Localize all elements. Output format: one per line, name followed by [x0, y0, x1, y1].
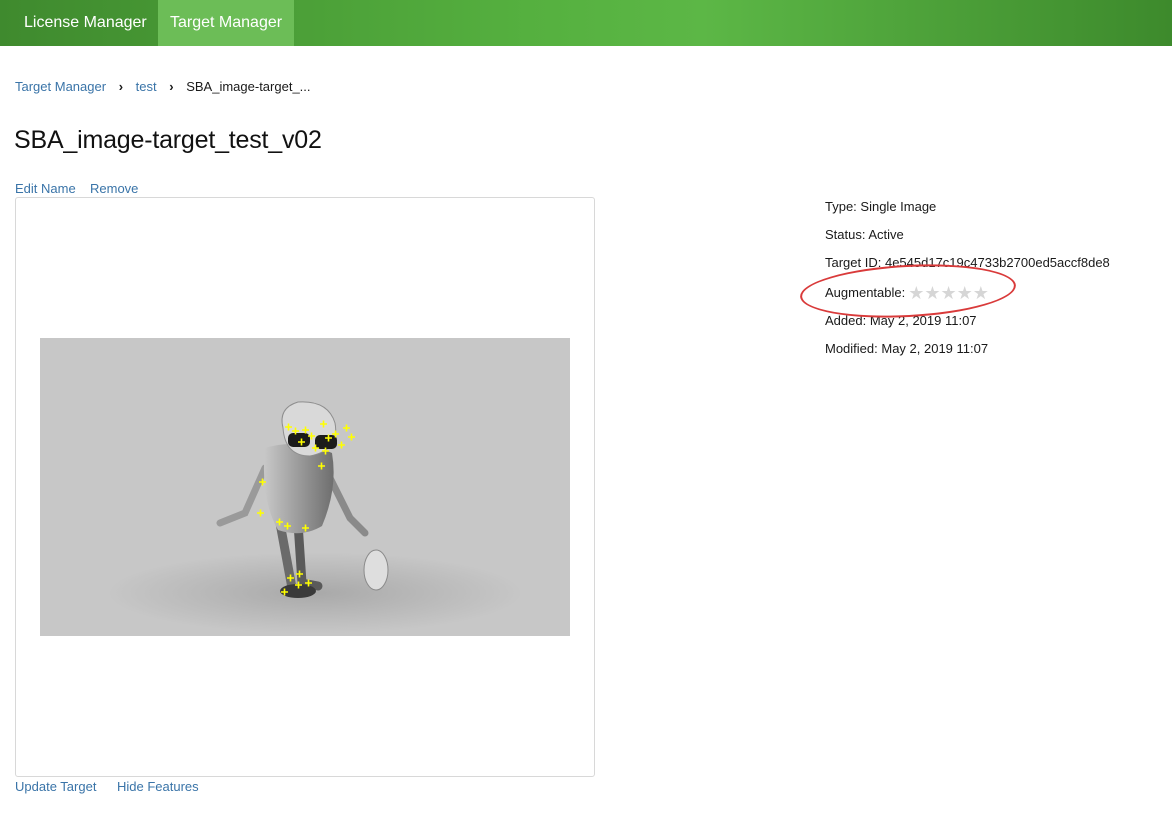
page-title: SBA_image-target_test_v02 — [14, 126, 322, 154]
update-target-link[interactable]: Update Target — [15, 779, 96, 794]
tab-license-manager[interactable]: License Manager — [12, 0, 159, 46]
detail-status: Status: Active — [825, 227, 904, 242]
breadcrumb-target-manager[interactable]: Target Manager — [15, 79, 106, 94]
detail-modified: Modified: May 2, 2019 11:07 — [825, 341, 989, 356]
top-nav-bar: License Manager Target Manager — [0, 0, 1172, 46]
target-preview-panel — [15, 197, 595, 777]
breadcrumb: Target Manager › test › SBA_image-target… — [15, 79, 311, 94]
tab-target-manager[interactable]: Target Manager — [158, 0, 295, 46]
remove-link[interactable]: Remove — [90, 181, 138, 196]
chevron-right-icon: › — [118, 79, 124, 94]
breadcrumb-current: SBA_image-target_... — [186, 79, 311, 94]
detail-type: Type: Single Image — [825, 199, 937, 214]
edit-name-link[interactable]: Edit Name — [15, 181, 76, 196]
target-image — [40, 338, 570, 636]
chevron-right-icon: › — [169, 79, 174, 94]
breadcrumb-test[interactable]: test — [136, 79, 157, 94]
hide-features-link[interactable]: Hide Features — [117, 779, 199, 794]
